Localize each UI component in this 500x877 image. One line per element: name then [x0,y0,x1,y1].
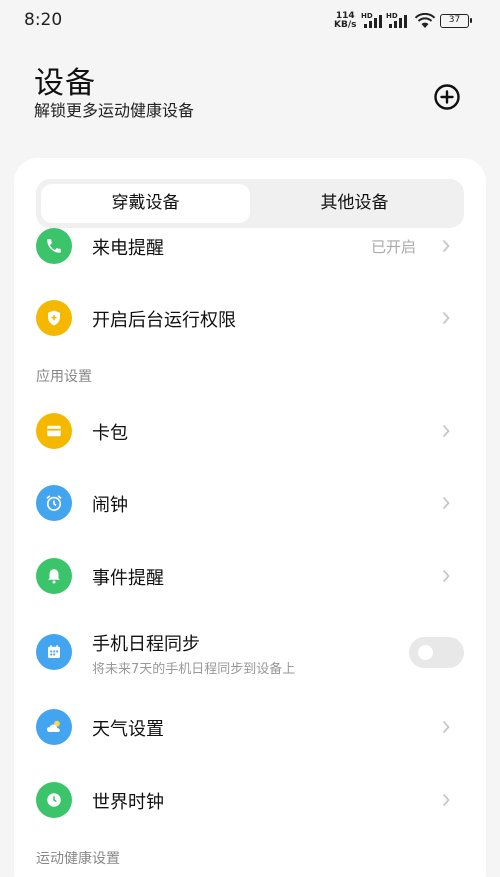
phone-icon [36,228,72,264]
signal-icon-1 [364,15,382,28]
calendar-sync-toggle[interactable] [409,637,464,668]
chevron-right-icon [442,496,450,510]
row-label: 事件提醒 [92,568,164,589]
row-event-reminder[interactable]: 事件提醒 [14,540,486,612]
row-alarm[interactable]: 闹钟 [14,467,486,539]
page-title: 设备 [34,66,96,101]
page-subtitle[interactable]: 解锁更多运动健康设备 [34,97,194,121]
row-label: 闹钟 [92,495,128,516]
row-status-value: 已开启 [370,238,416,256]
network-speed: 114 KB/s [334,12,356,30]
tab-other-devices[interactable]: 其他设备 [250,184,459,223]
row-calendar-sync[interactable]: 手机日程同步 将未来7天的手机日程同步到设备上 [14,616,486,688]
row-label: 来电提醒 [92,238,164,259]
wifi-icon [414,13,436,28]
chevron-right-icon [442,424,450,438]
weather-icon [36,709,72,745]
chevron-right-icon [442,720,450,734]
signal-icon-2 [389,15,407,28]
plus-circle-icon [434,84,460,110]
row-label: 世界时钟 [92,792,164,813]
clock-icon [36,782,72,818]
row-background-permission[interactable]: 开启后台运行权限 [14,282,486,354]
section-header-app-settings: 应用设置 [36,369,92,385]
shield-icon [36,300,72,336]
chevron-right-icon [442,311,450,325]
row-label: 天气设置 [92,719,164,740]
row-description: 将未来7天的手机日程同步到设备上 [92,662,296,677]
alarm-icon [36,485,72,521]
chevron-right-icon [442,239,450,253]
calendar-icon [36,634,72,670]
bell-icon [36,558,72,594]
row-label: 手机日程同步 [92,634,200,655]
battery-indicator: 37 [440,14,472,28]
section-header-health-settings: 运动健康设置 [36,851,120,867]
add-device-button[interactable] [433,83,461,111]
status-time: 8:20 [24,10,63,30]
row-label: 开启后台运行权限 [92,310,236,331]
status-bar: 8:20 114 KB/s HD HD 37 [0,0,500,44]
row-weather-settings[interactable]: 天气设置 [14,691,486,763]
device-type-tabs: 穿戴设备 其他设备 [36,179,464,228]
row-wallet[interactable]: 卡包 [14,395,486,467]
device-settings-card: 来电提醒 已开启 开启后台运行权限 应用设置 卡包 闹钟 事件提醒 手机日程同步… [14,158,486,877]
chevron-right-icon [442,793,450,807]
row-world-clock[interactable]: 世界时钟 [14,764,486,836]
chevron-right-icon [442,569,450,583]
tab-wearable-devices[interactable]: 穿戴设备 [41,184,250,223]
network-speed-unit: KB/s [334,20,357,30]
row-label: 卡包 [92,423,128,444]
card-icon [36,413,72,449]
